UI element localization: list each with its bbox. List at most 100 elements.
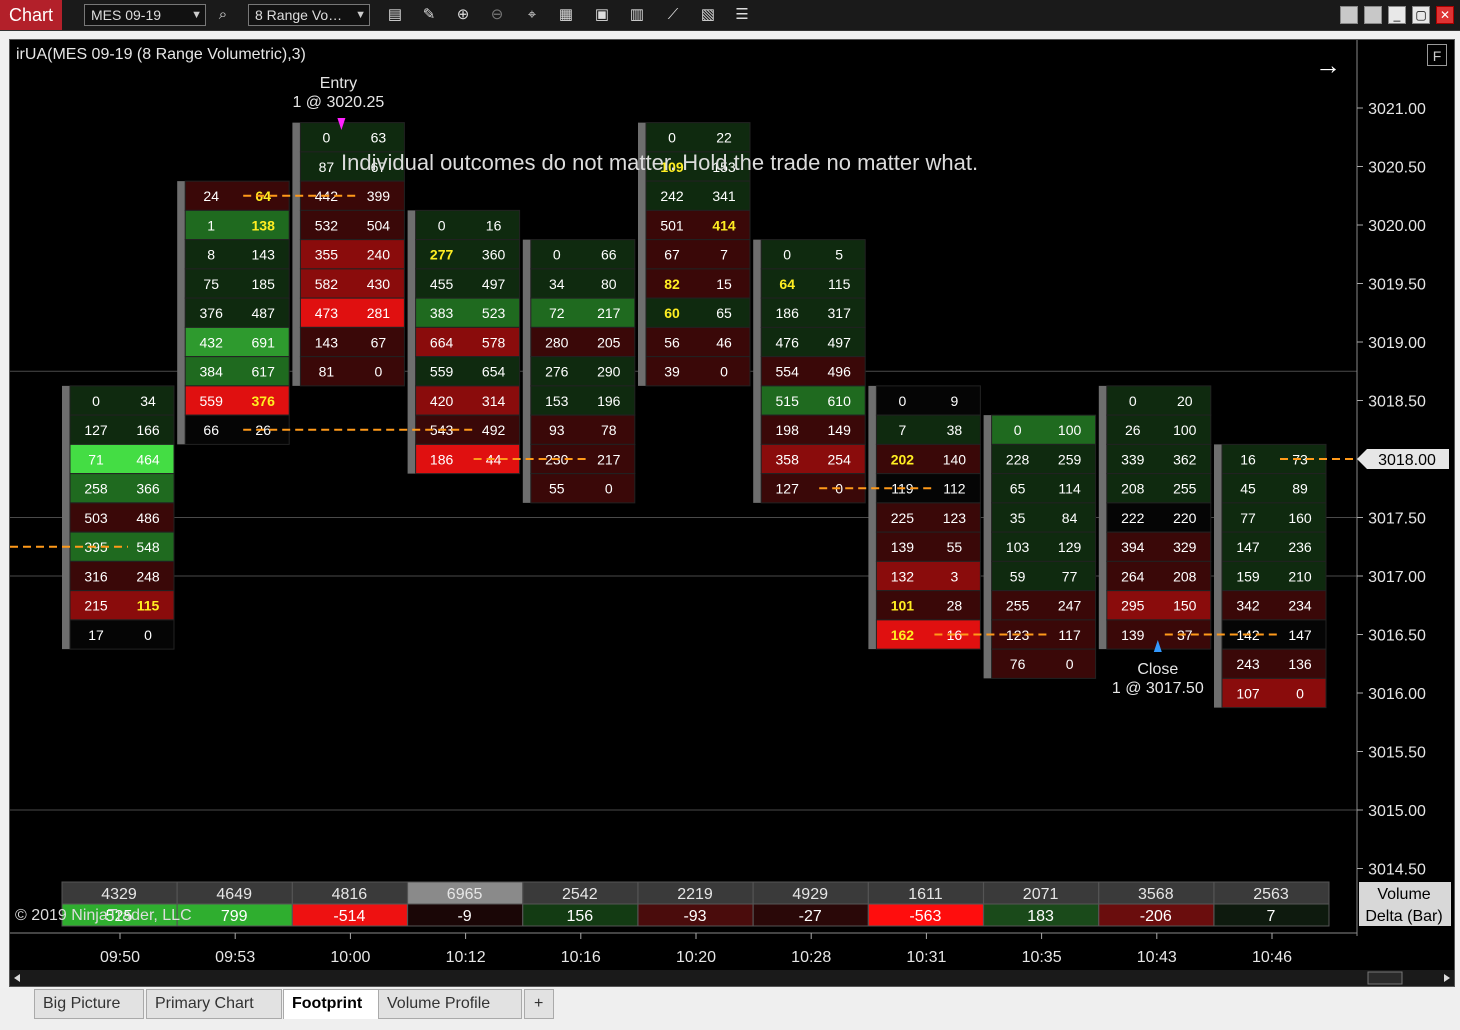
zoom-out-icon[interactable]: ⊖ bbox=[488, 6, 506, 24]
time-label: 10:12 bbox=[446, 949, 486, 966]
ask-volume: 492 bbox=[482, 422, 506, 438]
footprint-cell[interactable] bbox=[991, 502, 1097, 533]
ask-volume: 578 bbox=[482, 334, 506, 350]
list-icon[interactable]: ☰ bbox=[733, 6, 751, 24]
tab-footprint[interactable]: Footprint bbox=[283, 989, 379, 1019]
volume-value: 1611 bbox=[908, 886, 943, 903]
f-button[interactable]: F bbox=[1427, 44, 1447, 66]
bid-volume: 139 bbox=[891, 539, 915, 555]
ask-volume: 0 bbox=[720, 364, 728, 380]
ask-volume: 129 bbox=[1058, 539, 1082, 555]
bid-volume: 208 bbox=[1121, 481, 1145, 497]
window-link-icon[interactable] bbox=[1364, 6, 1382, 24]
footprint-cell[interactable] bbox=[415, 209, 521, 241]
footprint-cell[interactable] bbox=[991, 560, 1097, 592]
bid-volume: 0 bbox=[553, 247, 561, 263]
minimize-button[interactable]: _ bbox=[1388, 6, 1406, 24]
ask-volume: 234 bbox=[1288, 598, 1312, 614]
ask-volume: 610 bbox=[828, 393, 852, 409]
ask-volume: 66 bbox=[601, 247, 617, 263]
bid-volume: 473 bbox=[315, 305, 339, 321]
scroll-to-end-icon[interactable]: → bbox=[1315, 50, 1341, 81]
scrollbar-thumb[interactable] bbox=[1367, 971, 1403, 985]
bid-volume: 24 bbox=[203, 188, 219, 204]
ask-volume: 63 bbox=[371, 130, 387, 146]
ask-volume: 362 bbox=[1173, 451, 1197, 467]
ask-volume: 236 bbox=[1288, 539, 1312, 555]
footprint-cell[interactable] bbox=[645, 356, 751, 387]
bid-volume: 66 bbox=[203, 422, 219, 438]
bid-volume: 132 bbox=[891, 568, 915, 584]
ask-volume: 430 bbox=[367, 276, 391, 292]
chart-app-tab[interactable]: Chart bbox=[0, 0, 62, 30]
ask-volume: 15 bbox=[716, 276, 732, 292]
add-tab-button[interactable]: + bbox=[524, 989, 554, 1019]
ask-volume: 38 bbox=[947, 422, 963, 438]
footprint-cell[interactable] bbox=[645, 297, 751, 328]
chart-panel[interactable]: 3021.00 3020.50 3020.00 3019.50 3019.00 3018.… bbox=[9, 39, 1455, 987]
tab-volume-profile[interactable]: Volume Profile bbox=[378, 989, 522, 1019]
footprint-cell[interactable] bbox=[530, 268, 636, 299]
ask-volume: 46 bbox=[716, 334, 732, 350]
bid-volume: 582 bbox=[315, 276, 339, 292]
bid-volume: 186 bbox=[776, 305, 800, 321]
ask-volume: 486 bbox=[136, 510, 160, 526]
footprint-chart[interactable]: 3021.00 3020.50 3020.00 3019.50 3019.00 3018.… bbox=[10, 40, 1454, 986]
footprint-cell[interactable] bbox=[645, 239, 751, 270]
bar-type-selector[interactable]: 8 Range Vo… ▼ bbox=[248, 4, 370, 26]
ask-volume: 7 bbox=[720, 247, 728, 263]
footprint-cell[interactable] bbox=[645, 326, 751, 358]
footprint-cell[interactable] bbox=[991, 648, 1097, 679]
footprint-cell[interactable] bbox=[645, 268, 751, 299]
footprint-cell[interactable] bbox=[1106, 385, 1212, 416]
instrument-selector[interactable]: MES 09-19 ▼ bbox=[84, 4, 206, 26]
footprint-cell[interactable] bbox=[530, 414, 636, 445]
footprint-cell[interactable] bbox=[299, 122, 405, 153]
footprint-cell[interactable] bbox=[530, 473, 636, 504]
footprint-cell[interactable] bbox=[875, 385, 981, 416]
footprint-cell[interactable] bbox=[760, 239, 866, 270]
properties-icon[interactable]: ▣ bbox=[593, 6, 611, 24]
ask-volume: 20 bbox=[1177, 393, 1193, 409]
restore-button[interactable]: ▢ bbox=[1412, 6, 1430, 24]
bid-volume: 264 bbox=[1121, 568, 1145, 584]
footprint-cell[interactable] bbox=[69, 385, 175, 416]
tab-primary-chart[interactable]: Primary Chart bbox=[146, 989, 282, 1019]
drawing-tools-icon[interactable]: ✎ bbox=[420, 6, 438, 24]
volume-value: 6965 bbox=[447, 886, 483, 903]
footprint-cell[interactable] bbox=[69, 619, 175, 650]
data-box-icon[interactable]: ▦ bbox=[557, 6, 575, 24]
ask-volume: 0 bbox=[375, 364, 383, 380]
footprint-cell[interactable] bbox=[299, 356, 405, 387]
tab-big-picture[interactable]: Big Picture bbox=[34, 989, 144, 1019]
volume-value: 2542 bbox=[562, 886, 598, 903]
bid-volume: 64 bbox=[779, 276, 795, 292]
footprint-cell[interactable] bbox=[645, 122, 751, 153]
bar-frame bbox=[292, 122, 301, 386]
bid-volume: 67 bbox=[664, 247, 680, 263]
time-label: 10:20 bbox=[676, 949, 716, 966]
footprint-cell[interactable] bbox=[875, 414, 981, 445]
bid-volume: 65 bbox=[1010, 481, 1026, 497]
footprint-cell[interactable] bbox=[1221, 473, 1327, 504]
search-icon[interactable]: ⌕ bbox=[214, 6, 232, 24]
delta-value: 183 bbox=[1027, 908, 1054, 925]
templates-icon[interactable]: ▧ bbox=[699, 6, 717, 24]
data-series-icon[interactable]: ▤ bbox=[386, 6, 404, 24]
zoom-in-icon[interactable]: ⊕ bbox=[454, 6, 472, 24]
strategies-icon[interactable]: ⟋ bbox=[664, 6, 682, 24]
close-button[interactable]: ✕ bbox=[1436, 6, 1454, 24]
price-label: 3019.50 bbox=[1368, 277, 1426, 294]
crosshair-icon[interactable]: ⌖ bbox=[523, 6, 541, 24]
horizontal-scrollbar[interactable] bbox=[10, 970, 1454, 986]
ask-volume: 548 bbox=[136, 539, 160, 555]
ask-volume: 84 bbox=[1062, 510, 1078, 526]
ask-volume: 617 bbox=[252, 364, 276, 380]
time-label: 09:53 bbox=[215, 949, 255, 966]
indicators-icon[interactable]: ▥ bbox=[628, 6, 646, 24]
window-mode-icon[interactable] bbox=[1340, 6, 1358, 24]
ask-volume: 497 bbox=[482, 276, 506, 292]
footprint-cell[interactable] bbox=[530, 239, 636, 270]
bid-volume: 34 bbox=[549, 276, 565, 292]
bid-volume: 420 bbox=[430, 393, 454, 409]
